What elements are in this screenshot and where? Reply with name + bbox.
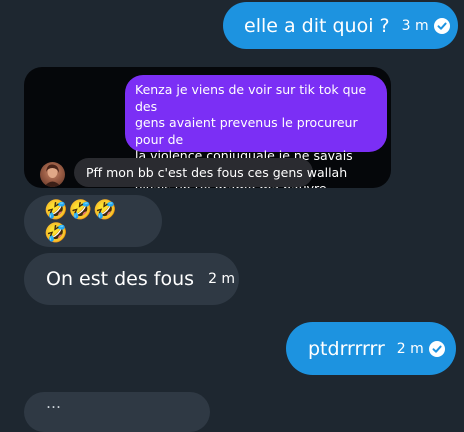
incoming-message-bubble[interactable]: … (24, 392, 210, 432)
quoted-message: Kenza je viens de voir sur tik tok que d… (125, 75, 387, 188)
incoming-message-bubble[interactable]: 🤣🤣🤣🤣 (24, 195, 162, 247)
outgoing-message-bubble[interactable]: ptdrrrrrr 2 m (286, 322, 456, 375)
avatar (40, 162, 65, 187)
emoji-message: 🤣🤣🤣🤣 (44, 199, 118, 244)
message-timestamp: 2 m (396, 340, 424, 357)
shared-screenshot[interactable]: Kenza je viens de voir sur tik tok que d… (24, 67, 391, 188)
outgoing-message-bubble[interactable]: elle a dit quoi ? 3 m (223, 2, 458, 49)
message-text: ptdrrrrrr (308, 337, 385, 360)
message-text: elle a dit quoi ? (244, 14, 390, 37)
message-timestamp: 3 m (401, 17, 429, 34)
read-check-icon (433, 17, 450, 34)
incoming-message-bubble[interactable]: On est des fous 2 m (24, 253, 239, 305)
read-check-icon (428, 340, 445, 357)
message-text: On est des fous (46, 268, 195, 290)
avatar-image (44, 164, 61, 187)
reply-text: Pff mon bb c'est des fous ces gens walla… (86, 165, 348, 180)
message-timestamp: 2 m (208, 271, 236, 287)
reply-message: Pff mon bb c'est des fous ces gens walla… (74, 158, 347, 187)
message-text: … (46, 394, 61, 412)
